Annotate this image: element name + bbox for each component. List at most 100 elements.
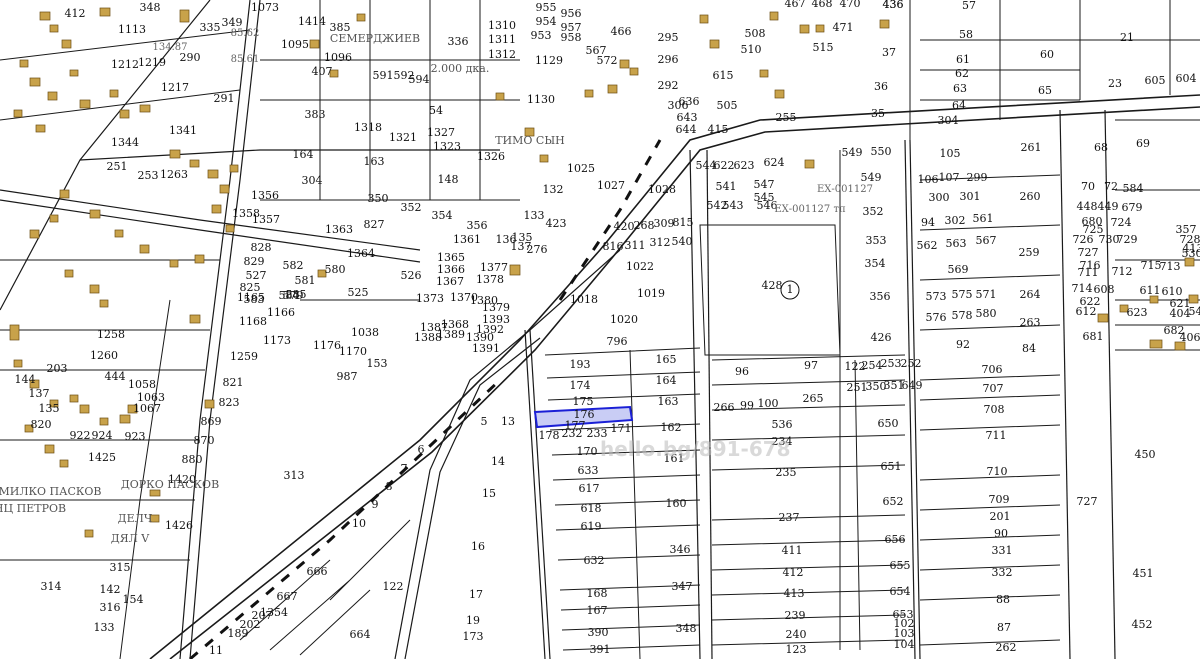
building [539,154,549,163]
parcel-number: 105 [940,147,961,160]
building [114,229,124,238]
building [79,99,91,109]
building [44,444,55,454]
building [39,11,51,21]
parcel-number: 237 [779,511,800,524]
parcel-number: 827 [364,218,385,231]
parcel-number: 354 [865,257,886,270]
building [759,69,769,78]
parcel-number: 712 [1112,265,1133,278]
building [109,89,119,98]
map-canvas[interactable]: 34834910731113290412335 38514141095109640… [0,0,1200,659]
parcel-number: 820 [31,418,52,431]
parcel-number: 569 [948,263,969,276]
parcel-number: 413 [784,587,805,600]
parcel-number: 406 [1180,331,1200,344]
parcel-number: 547 [754,178,775,191]
place-label: НЦ ПЕТРОВ [0,502,66,515]
building [61,39,72,49]
building [49,214,59,223]
parcel-number: 467 [785,0,806,10]
parcel-number: 526 [401,269,422,282]
building [189,314,201,324]
building [169,149,181,159]
parcel-number: 262 [996,641,1017,654]
parcel-number: 1326 [477,150,505,163]
parcel-number: 175 [573,395,594,408]
parcel-number: 1378 [476,273,504,286]
parcel-number: 955 [536,1,557,14]
building [89,284,100,294]
parcel-number: 581 [295,274,316,287]
parcel-number: 1312 [488,48,516,61]
watermark: hello.bg/891-678 [600,437,791,461]
parcel-number: 549 [842,146,863,159]
parcel-number: 61 [956,53,970,66]
parcel-number: 451 [1133,567,1154,580]
parcel-number: 1318 [354,121,382,134]
parcel-number: 1020 [610,313,638,326]
parcel-number: 14 [491,455,505,468]
parcel-number: 407 [312,65,333,78]
parcel-number: 383 [305,108,326,121]
parcel-number: 428 [762,279,783,292]
parcel-number: 604 [1176,72,1197,85]
parcel-number: 65 [1038,84,1052,97]
parcel-number: 436 [883,0,904,11]
parcel-number: 154 [123,593,144,606]
parcel-number: 1019 [637,287,665,300]
parcel-number: 1358 [232,207,260,220]
parcel-number: 63 [953,82,967,95]
parcel-number: 956 [561,7,582,20]
building [584,89,594,98]
parcel-number: 550 [871,145,892,158]
parcel-number: 9 [372,498,379,511]
building [84,529,94,538]
parcel-number: 1260 [90,349,118,362]
parcel-number: 651 [881,460,902,473]
parcel-number: 958 [561,31,582,44]
parcel-number: 444 [105,370,126,383]
parcel-number: 617 [579,482,600,495]
parcel-number: 144 [15,373,36,386]
parcel-number: 1018 [570,293,598,306]
parcel-number: 1380 [470,294,498,307]
building [139,104,151,113]
parcel-number: 304 [938,114,959,127]
parcel-number: 356 [870,290,891,303]
parcel-number: 1311 [488,33,516,46]
cadastral-map[interactable]: 348 349 1073 1113 290 412 335 385 1414 1095 1096 40… [0,0,1200,659]
parcel-number: 153 [367,357,388,370]
parcel-number: 261 [1021,141,1042,154]
parcel-number: 165 [656,353,677,366]
parcel-number: 259 [1019,246,1040,259]
parcel-number: 90 [994,527,1008,540]
parcel-number: 1393 [482,313,510,326]
parcel-number: 356 [467,219,488,232]
parcel-number: 543 [723,199,744,212]
survey-label: 85.62 [231,28,260,39]
parcel-number: 69 [1136,137,1150,150]
parcel-number: 62 [955,67,969,80]
parcel-number: 821 [223,376,244,389]
parcel-number: 923 [125,430,146,443]
building [59,189,70,199]
building [64,269,74,278]
building [1097,313,1109,323]
parcel-number: 1129 [535,54,563,67]
parcel-number: 354 [432,209,453,222]
survey-label: ЕХ-001127 тп [774,204,846,215]
parcel-number: 870 [194,434,215,447]
building [29,77,41,87]
parcel-number: 36 [874,80,888,93]
parcel-number: 253 [138,169,159,182]
parcel-number: 423 [546,217,567,230]
parcel-number: 1038 [351,326,379,339]
parcel-number: 1377 [480,261,508,274]
parcel-number: 15 [482,487,496,500]
parcel-number: 251 [847,381,868,394]
building [119,414,131,424]
building [204,399,215,409]
parcel-number: 823 [219,396,240,409]
parcel-number: 1058 [128,378,156,391]
